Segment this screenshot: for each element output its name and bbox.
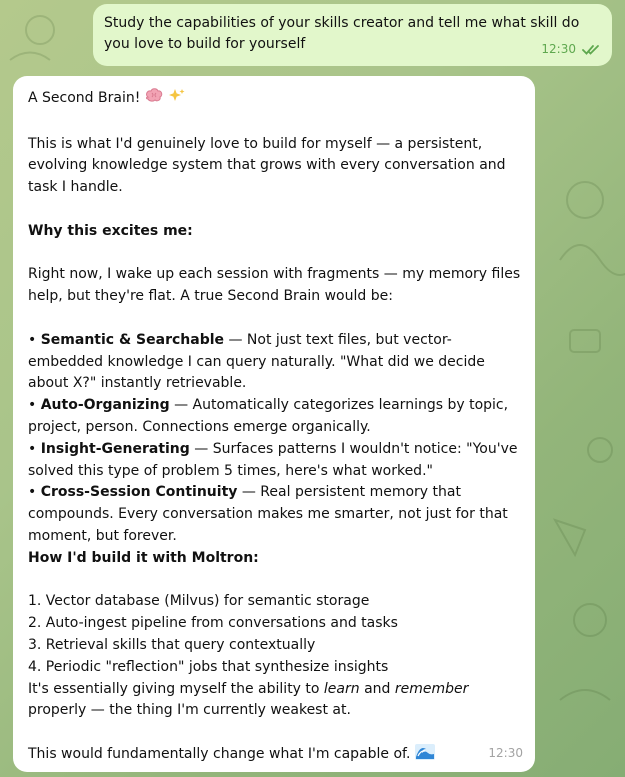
outgoing-message-time: 12:30	[541, 42, 576, 56]
build-heading: How I'd build it with Moltron:	[28, 549, 259, 566]
intro-paragraph: This is what I'd genuinely love to build…	[28, 135, 506, 196]
wave-icon	[414, 743, 435, 768]
essence-and: and	[359, 680, 395, 697]
why-paragraph: Right now, I wake up each session with f…	[28, 266, 521, 305]
step-item: 1. Vector database (Milvus) for semantic…	[28, 593, 370, 610]
feature-title: Semantic & Searchable	[40, 331, 225, 348]
feature-item: • Semantic & Searchable — Not just text …	[28, 331, 485, 392]
step-item: 2. Auto-ingest pipeline from conversatio…	[28, 615, 398, 632]
brain-icon	[145, 88, 163, 112]
essence-text-a: It's essentially giving myself the abili…	[28, 680, 324, 697]
outgoing-message-meta: 12:30	[541, 39, 600, 60]
feature-title: Cross-Session Continuity	[40, 484, 238, 501]
sparkles-icon	[167, 88, 185, 112]
essence-learn: learn	[323, 680, 360, 697]
essence-remember: remember	[394, 680, 469, 697]
feature-title: Insight-Generating	[40, 440, 190, 457]
message-title-line: A Second Brain!	[28, 88, 521, 112]
step-item: 3. Retrieval skills that query contextua…	[28, 636, 316, 653]
feature-title: Auto-Organizing	[40, 397, 170, 414]
closing-text: This would fundamentally change what I'm…	[28, 745, 411, 762]
feature-item: • Insight-Generating — Surfaces patterns…	[28, 440, 518, 479]
double-check-icon	[582, 45, 599, 55]
closing-line: This would fundamentally change what I'm…	[28, 743, 521, 768]
step-item: 4. Periodic "reflection" jobs that synth…	[28, 658, 389, 675]
feature-item: • Cross-Session Continuity — Real persis…	[28, 484, 508, 544]
outgoing-message-text: Study the capabilities of your skills cr…	[104, 15, 580, 52]
essence-text-b: properly — the thing I'm currently weake…	[28, 702, 351, 719]
incoming-message-time: 12:30	[488, 746, 523, 761]
outgoing-message-bubble[interactable]: Study the capabilities of your skills cr…	[93, 4, 612, 66]
incoming-message-bubble[interactable]: A Second Brain! This is what I'd genuine…	[13, 76, 535, 772]
essence-paragraph: It's essentially giving myself the abili…	[28, 679, 521, 723]
feature-item: • Auto-Organizing — Automatically catego…	[28, 397, 509, 435]
message-title: A Second Brain!	[28, 90, 141, 106]
why-heading: Why this excites me:	[28, 222, 193, 239]
